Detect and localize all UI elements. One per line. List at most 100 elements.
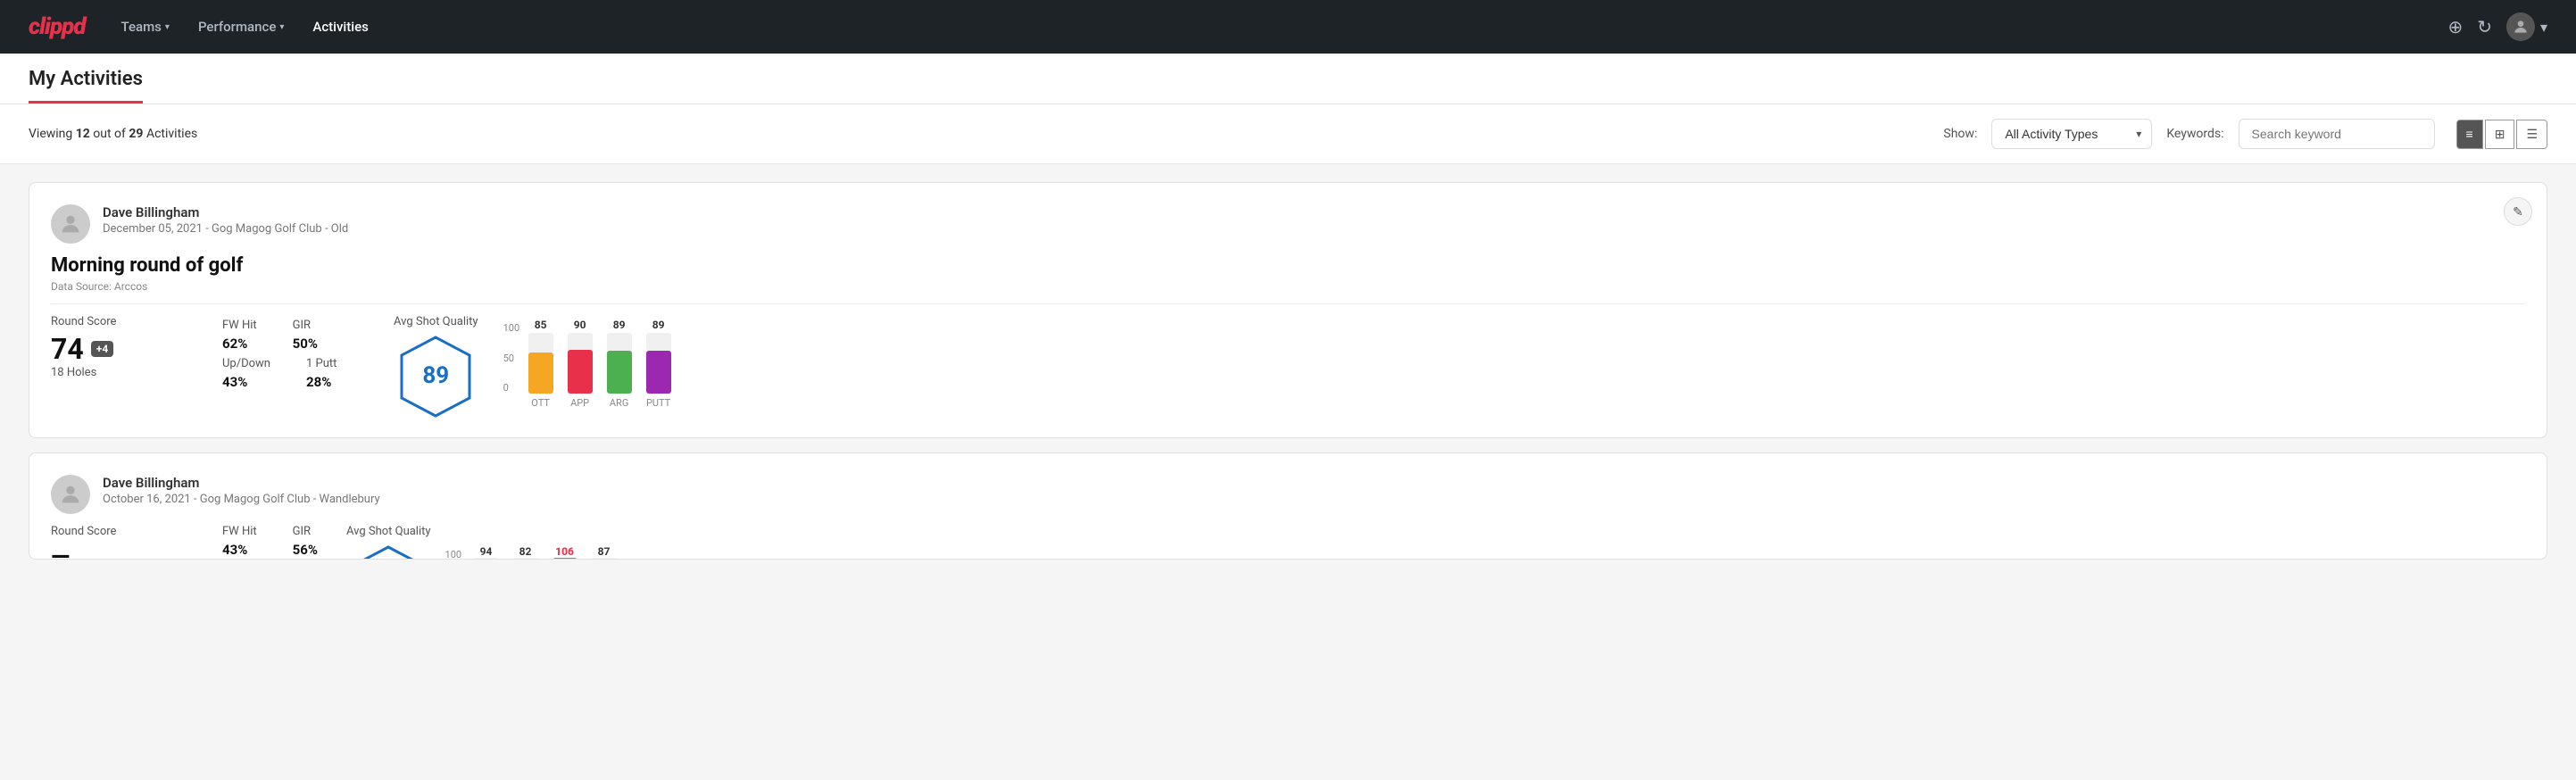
bar-ott-outer <box>528 333 553 394</box>
gir-value-2: 56% <box>293 542 318 558</box>
activity-type-dropdown[interactable]: All Activity Types <box>1991 119 2152 149</box>
round-score-section: Round Score 74 +4 18 Holes <box>51 315 194 379</box>
activity-meta: December 05, 2021 - Gog Magog Golf Club … <box>103 222 348 236</box>
user-name: Dave Billingham <box>103 204 348 220</box>
bar-putt-outer <box>646 333 671 394</box>
page-header: My Activities <box>0 54 2576 104</box>
avatar <box>51 204 90 244</box>
search-input[interactable] <box>2239 119 2435 149</box>
bar-ott-axis: OTT <box>528 397 553 409</box>
bar-arg-axis: ARG <box>607 397 632 409</box>
activity-card: Dave Billingham October 16, 2021 - Gog M… <box>29 452 2547 560</box>
bar2-ott: 94 <box>474 545 499 560</box>
gir-label: GIR <box>293 319 318 332</box>
round-score-label-2: Round Score <box>51 525 194 538</box>
nav-link-activities[interactable]: Activities <box>312 19 368 35</box>
filter-bar: Viewing 12 out of 29 Activities Show: Al… <box>0 104 2576 164</box>
bar-chart-2: 100 0 94 82 <box>445 549 617 560</box>
navigation: clippd Teams ▾ Performance ▾ Activities … <box>0 0 2576 54</box>
compact-view-toggle[interactable]: ☰ <box>2516 120 2547 149</box>
logo[interactable]: clippd <box>29 13 86 40</box>
avatar <box>51 475 90 514</box>
refresh-icon[interactable]: ↻ <box>2477 16 2492 37</box>
bar-putt-value: 89 <box>652 319 665 331</box>
updown-value: 43% <box>222 374 270 390</box>
nav-left: clippd Teams ▾ Performance ▾ Activities <box>29 13 369 40</box>
shot-quality-section-2: Avg Shot Quality 100 <box>346 525 617 560</box>
mini-stats-section-2: FW Hit 43% GIR 56% <box>222 525 318 558</box>
activities-list: ✎ Dave Billingham December 05, 2021 - Go… <box>0 164 2576 592</box>
user-menu-button[interactable]: ▾ <box>2506 12 2547 41</box>
shot-quality-label-2: Avg Shot Quality <box>346 525 431 538</box>
mini-stats-section: FW Hit 62% GIR 50% Up/Down 43% 1 Putt <box>222 315 365 390</box>
fw-hit-label: FW Hit <box>222 319 257 332</box>
bar-ott-value: 85 <box>535 319 547 331</box>
updown-label: Up/Down <box>222 357 270 370</box>
card-header: Dave Billingham October 16, 2021 - Gog M… <box>51 475 2525 514</box>
hexagon: 89 <box>400 336 471 416</box>
fw-hit-label-2: FW Hit <box>222 525 257 538</box>
bar-app: 90 <box>568 319 593 394</box>
round-score-label: Round Score <box>51 315 194 328</box>
user-info: Dave Billingham December 05, 2021 - Gog … <box>103 204 348 236</box>
nav-links: Teams ▾ Performance ▾ Activities <box>121 19 369 35</box>
fw-hit-value-2: 43% <box>222 542 257 558</box>
activity-title: Morning round of golf <box>51 254 2525 277</box>
bar2-app: 82 <box>513 545 538 560</box>
shot-quality-label: Avg Shot Quality <box>394 315 478 328</box>
bar-putt-inner <box>646 351 671 394</box>
user-info: Dave Billingham October 16, 2021 - Gog M… <box>103 475 380 506</box>
hexagon-2 <box>353 545 424 560</box>
y-axis-50: 50 <box>503 353 520 364</box>
card-content-row: Round Score 74 +4 18 Holes FW Hit 62% GI… <box>51 315 2525 416</box>
nav-link-teams[interactable]: Teams ▾ <box>121 19 170 35</box>
chevron-down-icon: ▾ <box>279 22 284 32</box>
bar2-putt: 87 <box>592 545 617 560</box>
bar-chart: 100 50 0 85 90 <box>500 322 2525 409</box>
fw-hit-value: 62% <box>222 336 257 352</box>
card-header: Dave Billingham December 05, 2021 - Gog … <box>51 204 2525 244</box>
bar-arg-outer <box>607 333 632 394</box>
view-toggle-group: ≡ ⊞ ☰ <box>2456 120 2547 149</box>
bar-app-value: 90 <box>574 319 586 331</box>
holes-label: 18 Holes <box>51 366 194 379</box>
gir-value: 50% <box>293 336 318 352</box>
round-score-value: 74 +4 <box>51 332 194 366</box>
nav-link-performance[interactable]: Performance ▾ <box>198 19 284 35</box>
bar2-arg: 106 <box>553 545 578 560</box>
edit-button[interactable]: ✎ <box>2504 197 2532 226</box>
hex-value: 89 <box>422 362 449 389</box>
shot-quality-section: Avg Shot Quality 89 100 <box>394 315 2525 416</box>
bar-ott: 85 <box>528 319 553 394</box>
page-title: My Activities <box>29 68 143 104</box>
one-putt-label: 1 Putt <box>306 357 337 370</box>
hexagon-container-2 <box>346 545 431 560</box>
viewing-count-text: Viewing 12 out of 29 Activities <box>29 127 1929 141</box>
bar-arg-inner <box>607 351 632 394</box>
chevron-down-icon: ▾ <box>2540 19 2547 36</box>
add-icon[interactable]: ⊕ <box>2447 16 2463 37</box>
list-view-toggle[interactable]: ≡ <box>2456 120 2483 149</box>
gir-label-2: GIR <box>293 525 318 538</box>
bar-arg: 89 <box>607 319 632 394</box>
keywords-label: Keywords: <box>2166 127 2223 141</box>
bar-axis-labels: OTT APP ARG PUTT <box>528 397 2525 409</box>
bar-arg-value: 89 <box>613 319 626 331</box>
activity-type-dropdown-wrapper: All Activity Types ▾ <box>1991 119 2152 149</box>
bar-putt: 89 <box>646 319 671 394</box>
bar-ott-inner <box>528 353 553 394</box>
bar-app-axis: APP <box>568 397 593 409</box>
y-axis-100: 100 <box>503 322 520 334</box>
activity-card: ✎ Dave Billingham December 05, 2021 - Go… <box>29 182 2547 438</box>
data-source: Data Source: Arccos <box>51 280 2525 293</box>
show-label: Show: <box>1943 127 1977 141</box>
grid-view-toggle[interactable]: ⊞ <box>2485 120 2515 149</box>
chevron-down-icon: ▾ <box>165 22 170 32</box>
round-score-bar: — <box>51 542 104 560</box>
one-putt-value: 28% <box>306 374 337 390</box>
score-badge: +4 <box>91 341 113 357</box>
user-name: Dave Billingham <box>103 475 380 491</box>
bar-putt-axis: PUTT <box>646 397 671 409</box>
y-axis-0: 0 <box>503 382 520 394</box>
activity-meta: October 16, 2021 - Gog Magog Golf Club -… <box>103 493 380 506</box>
